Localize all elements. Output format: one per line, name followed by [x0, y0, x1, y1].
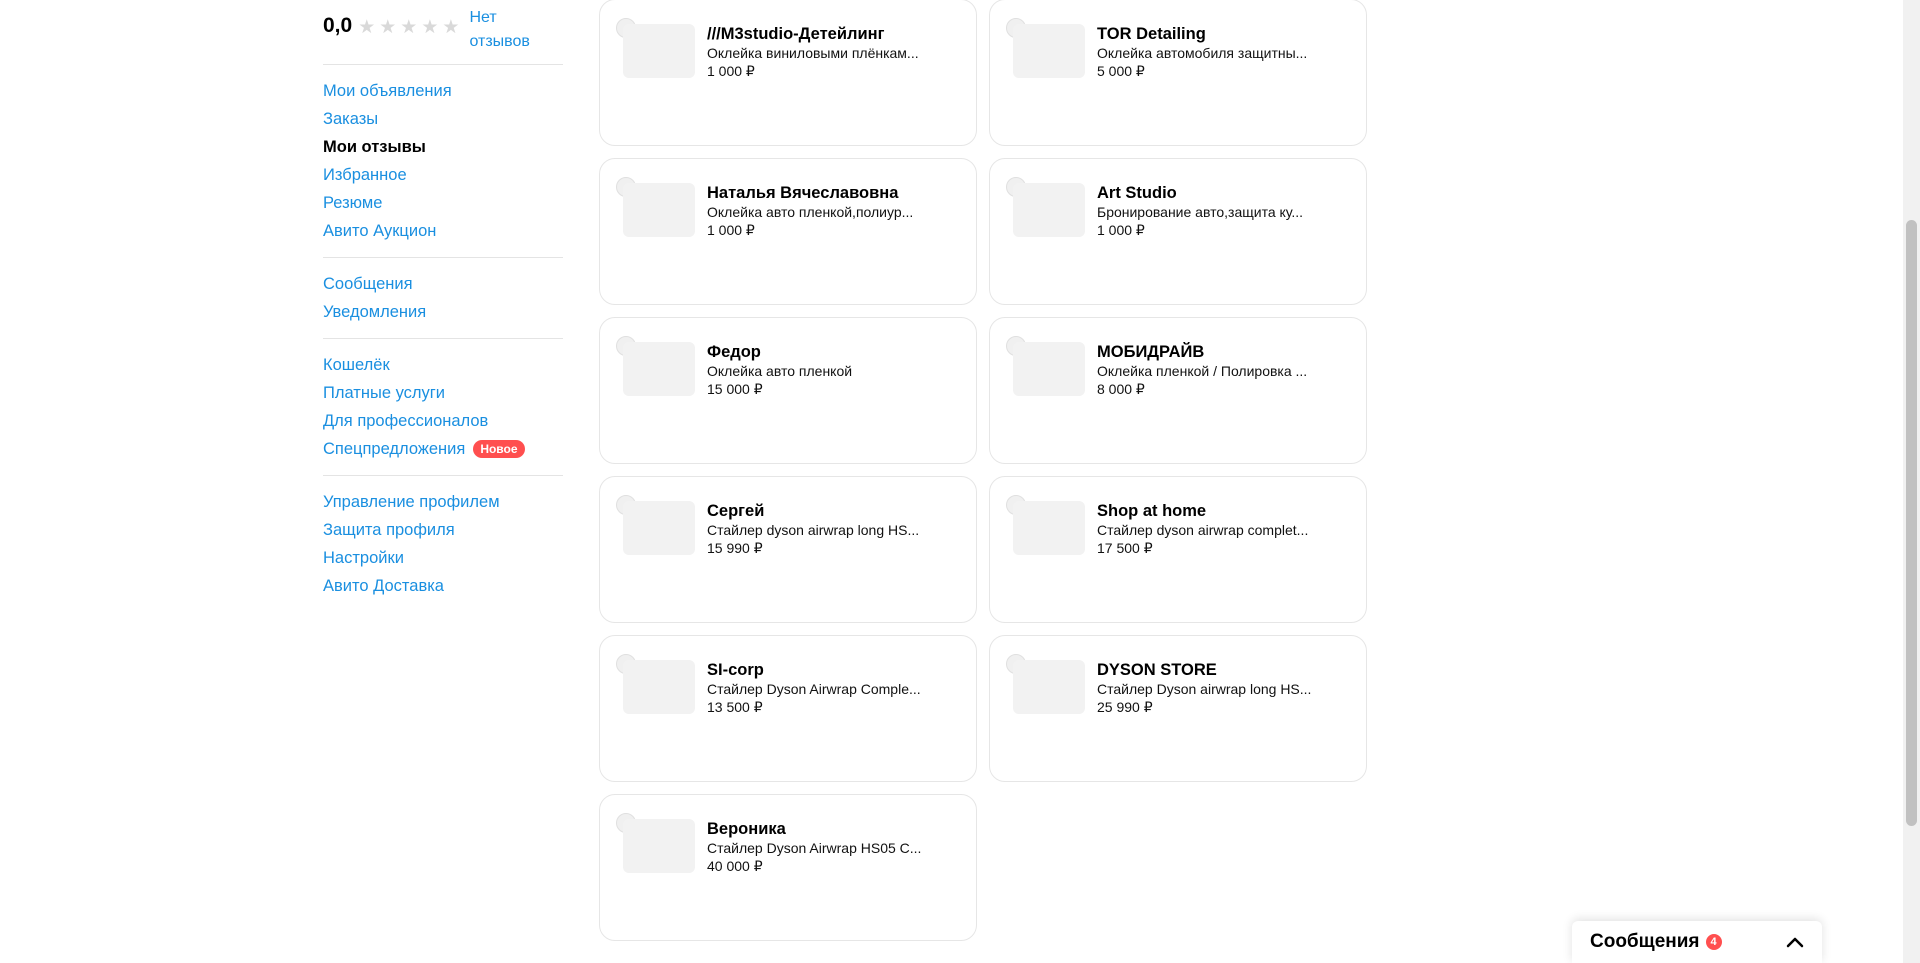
- nav-notifications[interactable]: Уведомления: [323, 298, 563, 326]
- nav-group-messages: Сообщения Уведомления: [323, 264, 563, 334]
- review-card[interactable]: Федор Оклейка авто пленкой 15 000 ₽: [599, 317, 977, 464]
- card-title: TOR Detailing: [1097, 25, 1206, 43]
- card-image: [1013, 24, 1085, 78]
- review-card[interactable]: Art Studio Бронирование авто,защита ку..…: [989, 158, 1367, 305]
- nav-profile-protection[interactable]: Защита профиля: [323, 516, 563, 544]
- card-description: Оклейка пленкой / Полировка ...: [1097, 363, 1308, 379]
- card-image: [623, 501, 695, 555]
- card-price: 13 500 ₽: [707, 699, 763, 715]
- card-title: Наталья Вячеславовна: [707, 184, 899, 202]
- review-card[interactable]: Наталья Вячеславовна Оклейка авто пленко…: [599, 158, 977, 305]
- messages-widget-title: Сообщения: [1590, 931, 1700, 952]
- scrollbar-thumb[interactable]: [1906, 220, 1917, 826]
- card-price: 15 990 ₽: [707, 540, 763, 556]
- card-image: [1013, 183, 1085, 237]
- card-title: DYSON STORE: [1097, 661, 1217, 679]
- review-card[interactable]: SI-corp Стайлер Dyson Airwrap Comple... …: [599, 635, 977, 782]
- card-price: 40 000 ₽: [707, 858, 763, 874]
- card-price: 1 000 ₽: [707, 222, 755, 238]
- divider: [323, 338, 563, 339]
- divider: [323, 257, 563, 258]
- divider: [323, 475, 563, 476]
- rating-row: 0,0 ★ ★ ★ ★ ★ Нет отзывов: [323, 0, 563, 60]
- nav-special-offers-label: Спецпредложения: [323, 439, 466, 458]
- nav-orders[interactable]: Заказы: [323, 105, 563, 133]
- card-image: [623, 24, 695, 78]
- card-description: Оклейка автомобиля защитны...: [1097, 45, 1308, 61]
- sidebar: 0,0 ★ ★ ★ ★ ★ Нет отзывов Мои объявления…: [323, 0, 563, 608]
- card-title: SI-corp: [707, 661, 764, 679]
- nav-group-profile: Управление профилем Защита профиля Настр…: [323, 482, 563, 608]
- card-description: Оклейка виниловыми плёнкам...: [707, 45, 919, 61]
- nav-wallet[interactable]: Кошелёк: [323, 351, 563, 379]
- review-card[interactable]: МОБИДРАЙВ Оклейка пленкой / Полировка ..…: [989, 317, 1367, 464]
- scrollbar[interactable]: [1903, 0, 1920, 963]
- card-description: Стайлер dyson airwrap long HS...: [707, 522, 920, 538]
- card-image: [623, 819, 695, 873]
- no-reviews-link[interactable]: Нет отзывов: [469, 6, 549, 54]
- rating-value: 0,0: [323, 14, 353, 37]
- star-icon: ★: [379, 17, 397, 38]
- card-image: [1013, 660, 1085, 714]
- card-title: ///M3studio-Детейлинг: [707, 25, 885, 43]
- review-card[interactable]: ///M3studio-Детейлинг Оклейка виниловыми…: [599, 0, 977, 146]
- card-description: Стайлер Dyson Airwrap HS05 C...: [707, 840, 922, 856]
- star-icon: ★: [421, 17, 439, 38]
- card-price: 8 000 ₽: [1097, 381, 1145, 397]
- messages-widget[interactable]: Сообщения 4: [1572, 921, 1822, 963]
- unread-count-badge: 4: [1705, 934, 1722, 950]
- nav-for-pros[interactable]: Для профессионалов: [323, 407, 563, 435]
- nav-delivery[interactable]: Авито Доставка: [323, 572, 563, 600]
- card-description: Стайлер dyson airwrap complet...: [1097, 522, 1309, 538]
- new-badge: Новое: [473, 440, 525, 458]
- review-card[interactable]: TOR Detailing Оклейка автомобиля защитны…: [989, 0, 1367, 146]
- nav-messages[interactable]: Сообщения: [323, 270, 563, 298]
- card-title: Art Studio: [1097, 184, 1177, 202]
- card-price: 1 000 ₽: [1097, 222, 1145, 238]
- nav-group-services: Кошелёк Платные услуги Для профессионало…: [323, 345, 563, 471]
- card-description: Оклейка авто пленкой,полиур...: [707, 204, 914, 220]
- card-description: Бронирование авто,защита ку...: [1097, 204, 1304, 220]
- review-card[interactable]: Shop at home Стайлер dyson airwrap compl…: [989, 476, 1367, 623]
- nav-auction[interactable]: Авито Аукцион: [323, 217, 563, 245]
- card-title: Shop at home: [1097, 502, 1207, 520]
- nav-profile-management[interactable]: Управление профилем: [323, 488, 563, 516]
- review-card[interactable]: Вероника Стайлер Dyson Airwrap HS05 C...…: [599, 794, 977, 941]
- card-description: Стайлер Dyson airwrap long HS...: [1097, 681, 1312, 697]
- card-title: МОБИДРАЙВ: [1097, 343, 1205, 361]
- nav-my-ads[interactable]: Мои объявления: [323, 77, 563, 105]
- nav-settings[interactable]: Настройки: [323, 544, 563, 572]
- divider: [323, 64, 563, 65]
- card-price: 25 990 ₽: [1097, 699, 1153, 715]
- nav-group-main: Мои объявления Заказы Мои отзывы Избранн…: [323, 71, 563, 253]
- star-icon: ★: [400, 17, 418, 38]
- nav-paid-services[interactable]: Платные услуги: [323, 379, 563, 407]
- star-icon: ★: [442, 17, 460, 38]
- card-description: Стайлер Dyson Airwrap Comple...: [707, 681, 921, 697]
- review-card[interactable]: Сергей Стайлер dyson airwrap long HS... …: [599, 476, 977, 623]
- card-image: [1013, 342, 1085, 396]
- nav-special-offers[interactable]: Спецпредложения Новое: [323, 435, 563, 463]
- card-price: 15 000 ₽: [707, 381, 763, 397]
- card-title: Федор: [707, 343, 761, 361]
- nav-my-reviews[interactable]: Мои отзывы: [323, 133, 563, 161]
- card-price: 1 000 ₽: [707, 63, 755, 79]
- card-image: [623, 660, 695, 714]
- card-price: 17 500 ₽: [1097, 540, 1153, 556]
- card-image: [1013, 501, 1085, 555]
- card-price: 5 000 ₽: [1097, 63, 1145, 79]
- card-image: [623, 183, 695, 237]
- nav-resume[interactable]: Резюме: [323, 189, 563, 217]
- review-card[interactable]: DYSON STORE Стайлер Dyson airwrap long H…: [989, 635, 1367, 782]
- card-title: Сергей: [707, 502, 765, 520]
- rating-stars: ★ ★ ★ ★ ★: [358, 18, 459, 37]
- chevron-up-icon[interactable]: [1786, 932, 1804, 953]
- card-description: Оклейка авто пленкой: [707, 363, 853, 379]
- card-image: [623, 342, 695, 396]
- star-icon: ★: [358, 17, 376, 38]
- nav-favorites[interactable]: Избранное: [323, 161, 563, 189]
- card-title: Вероника: [707, 820, 786, 838]
